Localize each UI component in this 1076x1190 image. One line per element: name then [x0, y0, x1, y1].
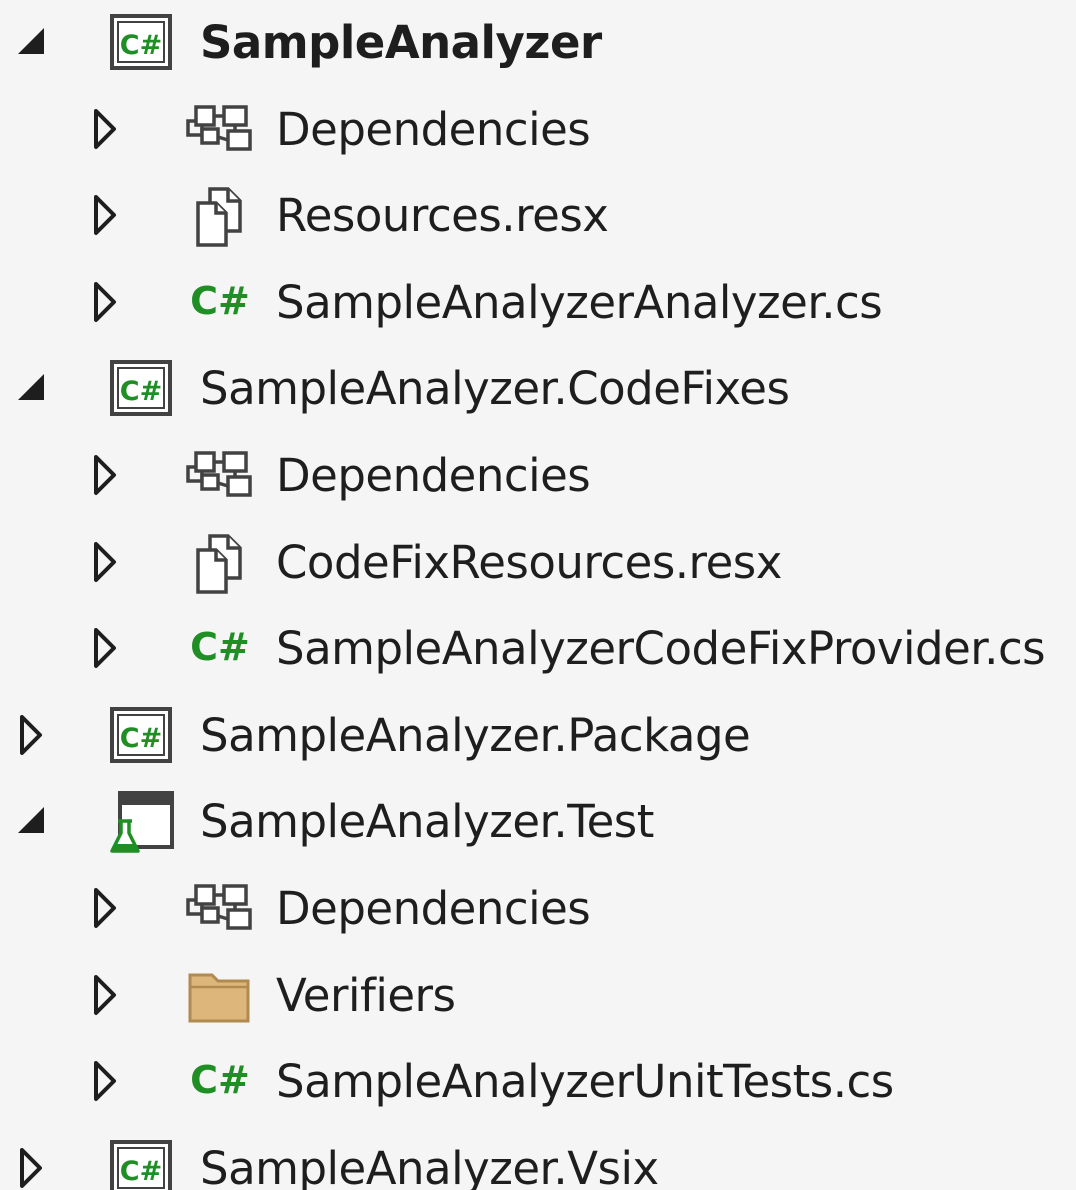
tree-item[interactable]: C# SampleAnalyzer [0, 0, 1076, 86]
svg-text:C#: C# [120, 1156, 162, 1187]
collapsed-chevron-icon[interactable] [82, 105, 130, 153]
tree-item[interactable]: Dependencies [0, 433, 1076, 519]
tree-item-label: Dependencies [276, 103, 591, 156]
collapsed-chevron-icon[interactable] [82, 538, 130, 586]
tree-item[interactable]: Dependencies [0, 866, 1076, 952]
tree-item[interactable]: Resources.resx [0, 173, 1076, 259]
svg-text:C#: C# [120, 376, 162, 407]
tree-item-label: Dependencies [276, 882, 591, 935]
collapsed-chevron-icon[interactable] [82, 624, 130, 672]
solution-explorer-tree: C# SampleAnalyzer Dependencies Resources.re… [0, 0, 1076, 1190]
csharp-project-icon: C# [106, 8, 178, 80]
tree-item-label: SampleAnalyzer.CodeFixes [200, 362, 790, 415]
tree-item-label: SampleAnalyzerCodeFixProvider.cs [276, 622, 1046, 675]
tree-item-label: Verifiers [276, 969, 456, 1022]
resource-file-icon [184, 528, 256, 600]
tree-item-label: SampleAnalyzer.Vsix [200, 1142, 659, 1190]
collapsed-chevron-icon[interactable] [82, 451, 130, 499]
csharp-file-icon: C# [184, 268, 256, 340]
tree-item[interactable]: C# SampleAnalyzerCodeFixProvider.cs [0, 606, 1076, 692]
dependencies-icon [184, 441, 256, 513]
tree-item[interactable]: SampleAnalyzer.Test [0, 779, 1076, 865]
tree-item[interactable]: C# SampleAnalyzer.CodeFixes [0, 346, 1076, 432]
collapsed-chevron-icon[interactable] [82, 884, 130, 932]
collapsed-chevron-icon[interactable] [82, 278, 130, 326]
tree-item-label: Dependencies [276, 449, 591, 502]
tree-item[interactable]: Verifiers [0, 953, 1076, 1039]
tree-item[interactable]: C# SampleAnalyzer.Vsix [0, 1126, 1076, 1190]
tree-item[interactable]: Dependencies [0, 87, 1076, 173]
tree-item-label: CodeFixResources.resx [276, 536, 782, 589]
tree-item-label: SampleAnalyzer [200, 16, 602, 69]
csharp-file-icon: C# [184, 614, 256, 686]
tree-item[interactable]: CodeFixResources.resx [0, 520, 1076, 606]
tree-item-label: Resources.resx [276, 189, 609, 242]
expanded-chevron-icon[interactable] [8, 364, 56, 412]
svg-text:C#: C# [190, 1058, 250, 1102]
tree-item[interactable]: C# SampleAnalyzerUnitTests.cs [0, 1039, 1076, 1125]
collapsed-chevron-icon[interactable] [8, 1144, 56, 1190]
svg-text:C#: C# [120, 723, 162, 754]
csharp-project-icon: C# [106, 701, 178, 773]
dependencies-icon [184, 874, 256, 946]
tree-item[interactable]: C# SampleAnalyzer.Package [0, 693, 1076, 779]
svg-text:C#: C# [120, 30, 162, 61]
resource-file-icon [184, 181, 256, 253]
csharp-file-icon: C# [184, 1047, 256, 1119]
test-project-icon [106, 787, 178, 859]
dependencies-icon [184, 95, 256, 167]
expanded-chevron-icon[interactable] [8, 18, 56, 66]
expanded-chevron-icon[interactable] [8, 797, 56, 845]
tree-item-label: SampleAnalyzerAnalyzer.cs [276, 276, 883, 329]
collapsed-chevron-icon[interactable] [8, 711, 56, 759]
svg-text:C#: C# [190, 625, 250, 669]
svg-text:C#: C# [190, 279, 250, 323]
folder-icon [184, 961, 256, 1033]
collapsed-chevron-icon[interactable] [82, 1057, 130, 1105]
tree-item-label: SampleAnalyzer.Package [200, 709, 751, 762]
collapsed-chevron-icon[interactable] [82, 191, 130, 239]
tree-item-label: SampleAnalyzerUnitTests.cs [276, 1055, 894, 1108]
collapsed-chevron-icon[interactable] [82, 971, 130, 1019]
csharp-project-icon: C# [106, 1134, 178, 1190]
tree-item[interactable]: C# SampleAnalyzerAnalyzer.cs [0, 260, 1076, 346]
tree-item-label: SampleAnalyzer.Test [200, 795, 654, 848]
csharp-project-icon: C# [106, 354, 178, 426]
